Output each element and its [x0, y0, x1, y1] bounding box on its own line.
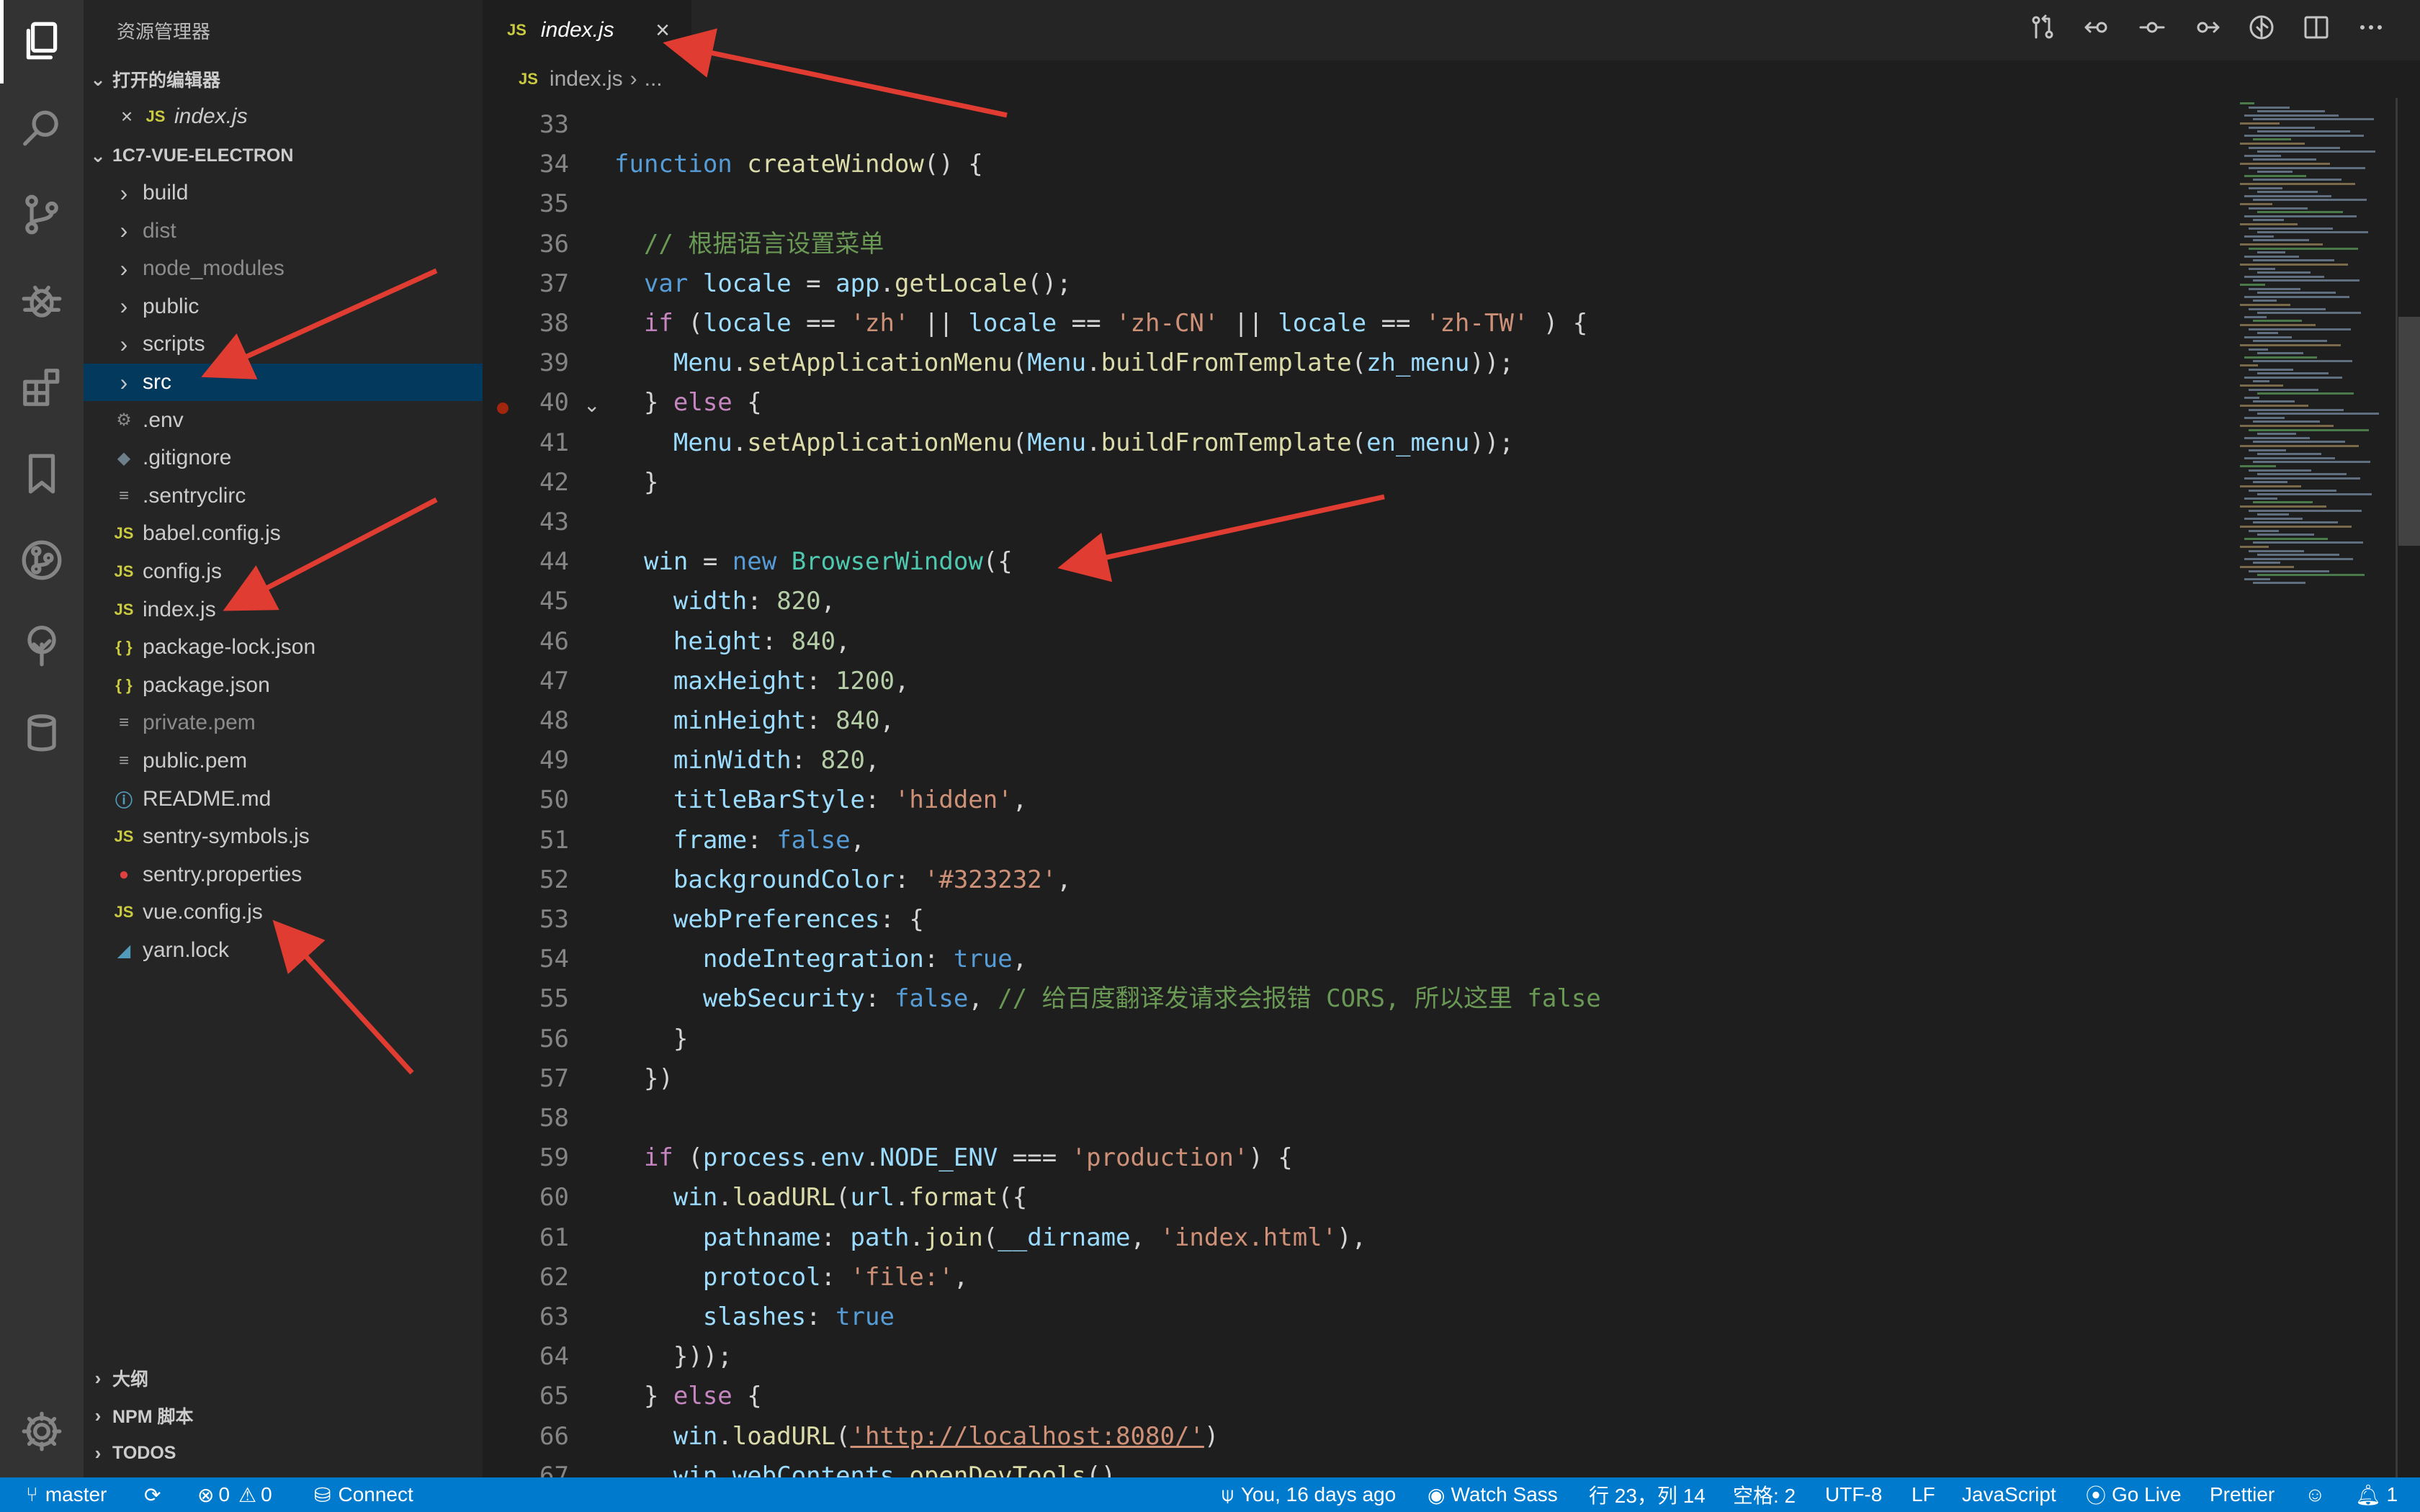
annotation-arrows: [201, 28, 1385, 1075]
arrow-to-src: [201, 268, 438, 379]
arrow-to-browserwindow: [1057, 494, 1385, 582]
arrow-to-index-js: [223, 497, 438, 611]
arrow-to-tab: [663, 28, 1008, 118]
arrow-to-vue-config: [272, 919, 414, 1075]
